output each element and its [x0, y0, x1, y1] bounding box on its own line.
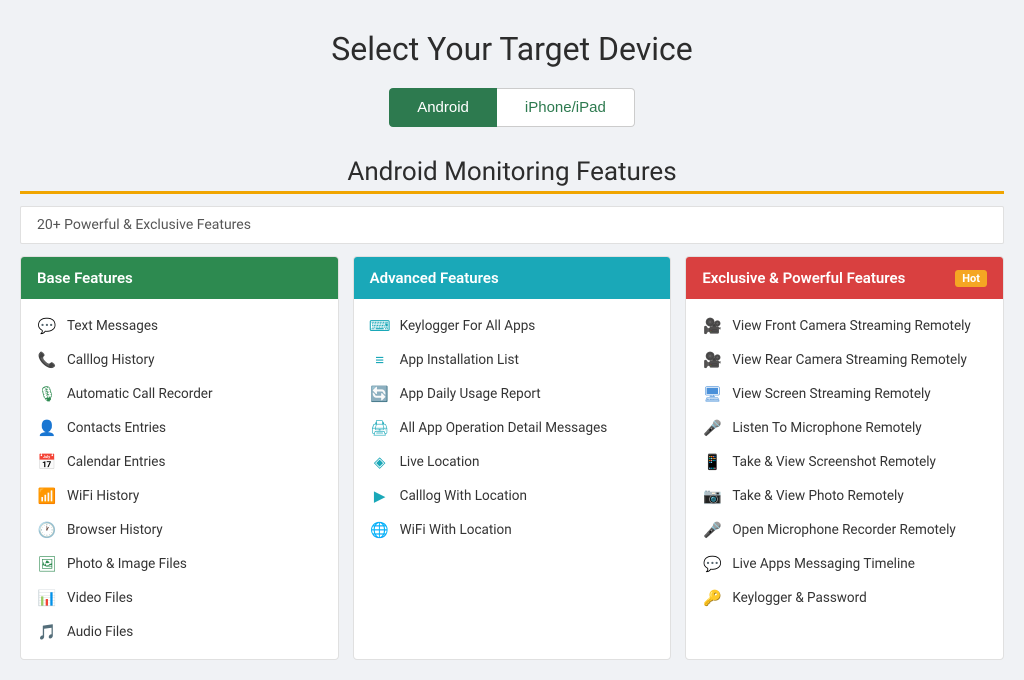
list-item: 🎵 Audio Files [21, 615, 338, 649]
image-icon: 🖼 [37, 554, 57, 574]
list-item: 👤 Contacts Entries [21, 411, 338, 445]
wifi-location-icon: 🌐 [370, 520, 390, 540]
features-banner: 20+ Powerful & Exclusive Features [20, 206, 1004, 244]
list-item: 🎙 Automatic Call Recorder [21, 377, 338, 411]
open-mic-icon: 🎤 [702, 520, 722, 540]
person-icon: 👤 [37, 418, 57, 438]
features-grid: Base Features 💬 Text Messages 📞 Calllog … [20, 256, 1004, 660]
list-item: 📱 Take & View Screenshot Remotely [686, 445, 1003, 479]
list-item: 📞 Calllog History [21, 343, 338, 377]
calendar-icon: 📅 [37, 452, 57, 472]
device-tabs: Android iPhone/iPad [20, 88, 1004, 127]
rear-camera-icon: 🎥 [702, 350, 722, 370]
phone-icon: 📞 [37, 350, 57, 370]
keyboard-icon: ⌨ [370, 316, 390, 336]
list-item: 💬 Text Messages [21, 309, 338, 343]
card-advanced: Advanced Features ⌨ Keylogger For All Ap… [353, 256, 672, 660]
base-header-label: Base Features [37, 269, 133, 287]
video-icon: 📊 [37, 588, 57, 608]
list-item: 📊 Video Files [21, 581, 338, 615]
list-item: 🖼 Photo & Image Files [21, 547, 338, 581]
card-header-exclusive: Exclusive & Powerful Features Hot [686, 257, 1003, 299]
advanced-header-label: Advanced Features [370, 269, 499, 287]
card-exclusive: Exclusive & Powerful Features Hot 🎥 View… [685, 256, 1004, 660]
section-title: Android Monitoring Features [20, 157, 1004, 187]
refresh-icon: 🔄 [370, 384, 390, 404]
list-item: 📶 WiFi History [21, 479, 338, 513]
location-icon: ◈ [370, 452, 390, 472]
list-item: 🖥 View Screen Streaming Remotely [686, 377, 1003, 411]
section-underline [20, 191, 1004, 194]
keylogger-password-icon: 🔑 [702, 588, 722, 608]
list-icon: ≡ [370, 350, 390, 370]
page-wrapper: Select Your Target Device Android iPhone… [0, 0, 1024, 680]
front-camera-icon: 🎥 [702, 316, 722, 336]
list-item: 🎤 Open Microphone Recorder Remotely [686, 513, 1003, 547]
list-item: 📷 Take & View Photo Remotely [686, 479, 1003, 513]
list-item: 🎤 Listen To Microphone Remotely [686, 411, 1003, 445]
chat-icon: 💬 [37, 316, 57, 336]
card-body-advanced: ⌨ Keylogger For All Apps ≡ App Installat… [354, 299, 671, 557]
card-base: Base Features 💬 Text Messages 📞 Calllog … [20, 256, 339, 660]
tab-android[interactable]: Android [389, 88, 497, 127]
tab-iphone[interactable]: iPhone/iPad [497, 88, 635, 127]
list-item: 🎥 View Front Camera Streaming Remotely [686, 309, 1003, 343]
calllog-location-icon: ▶ [370, 486, 390, 506]
list-item: 🔑 Keylogger & Password [686, 581, 1003, 615]
list-item: ◈ Live Location [354, 445, 671, 479]
mic-icon: 🎙 [37, 384, 57, 404]
list-item: ▶ Calllog With Location [354, 479, 671, 513]
listen-mic-icon: 🎤 [702, 418, 722, 438]
list-item: 💬 Live Apps Messaging Timeline [686, 547, 1003, 581]
audio-icon: 🎵 [37, 622, 57, 642]
card-body-exclusive: 🎥 View Front Camera Streaming Remotely 🎥… [686, 299, 1003, 625]
list-item: ≡ App Installation List [354, 343, 671, 377]
list-item: 🌐 WiFi With Location [354, 513, 671, 547]
page-title: Select Your Target Device [20, 30, 1004, 68]
print-icon: 🖨 [370, 418, 390, 438]
card-body-base: 💬 Text Messages 📞 Calllog History 🎙 Auto… [21, 299, 338, 659]
list-item: 🕐 Browser History [21, 513, 338, 547]
take-photo-icon: 📷 [702, 486, 722, 506]
card-header-advanced: Advanced Features [354, 257, 671, 299]
wifi-icon: 📶 [37, 486, 57, 506]
list-item: 📅 Calendar Entries [21, 445, 338, 479]
messaging-icon: 💬 [702, 554, 722, 574]
list-item: ⌨ Keylogger For All Apps [354, 309, 671, 343]
card-header-base: Base Features [21, 257, 338, 299]
list-item: 🖨 All App Operation Detail Messages [354, 411, 671, 445]
screen-stream-icon: 🖥 [702, 384, 722, 404]
list-item: 🎥 View Rear Camera Streaming Remotely [686, 343, 1003, 377]
exclusive-header-label: Exclusive & Powerful Features [702, 269, 905, 287]
hot-badge: Hot [955, 270, 987, 287]
history-icon: 🕐 [37, 520, 57, 540]
screenshot-icon: 📱 [702, 452, 722, 472]
list-item: 🔄 App Daily Usage Report [354, 377, 671, 411]
